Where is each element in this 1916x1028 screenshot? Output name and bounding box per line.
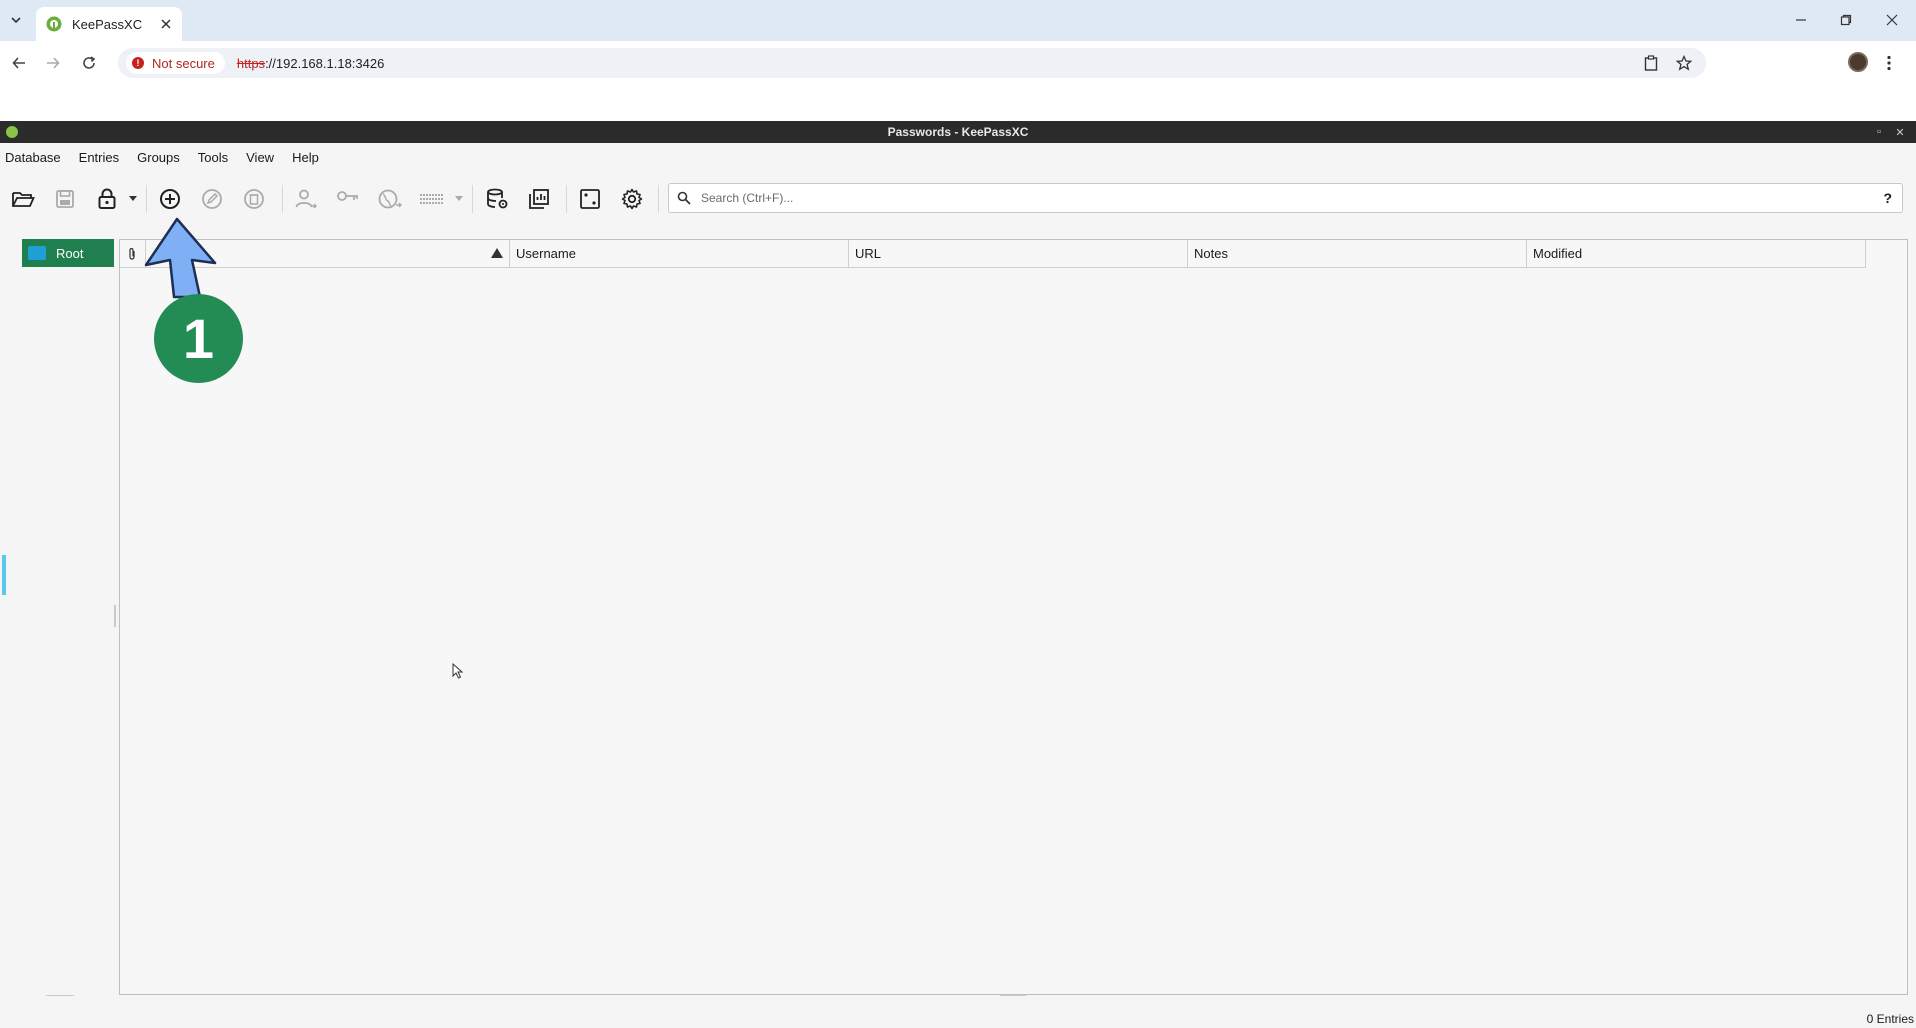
sort-ascending-icon	[491, 248, 503, 258]
tab-title: KeePassXC	[72, 16, 143, 32]
search-placeholder: Search (Ctrl+F)...	[701, 191, 794, 205]
browser-toolbar: ! Not secure https://192.168.1.18:3426	[0, 41, 1916, 84]
pencil-icon	[202, 189, 222, 209]
header-url[interactable]: URL	[849, 240, 1188, 267]
url-scheme: https	[236, 55, 266, 71]
app-maximize-icon[interactable]: ▫	[1872, 125, 1886, 139]
folder-open-icon	[12, 192, 35, 207]
copy-password-button[interactable]	[334, 185, 362, 213]
close-window-icon[interactable]	[1879, 8, 1905, 32]
toolbar-separator	[658, 185, 659, 213]
save-database-button[interactable]	[51, 185, 79, 213]
database-settings-button[interactable]	[484, 185, 512, 213]
autotype-button[interactable]	[418, 185, 446, 213]
annotation-step-badge: 1	[154, 294, 243, 383]
restore-icon[interactable]	[1833, 8, 1859, 32]
menu-groups[interactable]: Groups	[137, 150, 180, 165]
annotation-arrow-icon	[144, 217, 217, 299]
gear-icon	[621, 188, 643, 210]
toolbar-separator	[146, 185, 147, 213]
tab-list-chevron-icon[interactable]	[6, 10, 26, 30]
clipboard-icon[interactable]	[1640, 52, 1662, 74]
menu-bar: Database Entries Groups Tools View Help	[0, 143, 1916, 171]
panel-splitter[interactable]	[114, 605, 116, 627]
entry-table: Username URL Notes Modified	[119, 239, 1908, 995]
table-header: Username URL Notes Modified	[120, 240, 1866, 268]
minimize-icon[interactable]	[1788, 8, 1814, 32]
url-rest: ://192.168.1.18:3426	[265, 55, 385, 71]
address-bar[interactable]: ! Not secure https://192.168.1.18:3426	[118, 48, 1706, 78]
keepassxc-app-icon	[6, 126, 18, 138]
menu-database[interactable]: Database	[5, 150, 61, 165]
security-label: Not secure	[152, 55, 215, 71]
app-toolbar: Search (Ctrl+F)... ?	[0, 171, 1916, 225]
key-icon	[337, 191, 358, 201]
folder-icon	[28, 246, 46, 260]
lock-icon	[98, 188, 116, 209]
menu-view[interactable]: View	[246, 150, 274, 165]
forward-icon[interactable]	[42, 52, 64, 74]
reports-button[interactable]	[525, 185, 553, 213]
splitter-handle[interactable]	[46, 995, 74, 996]
reports-icon	[529, 189, 549, 209]
menu-help[interactable]: Help	[292, 150, 319, 165]
url-text: https://192.168.1.18:3426	[237, 56, 384, 71]
search-input[interactable]: Search (Ctrl+F)... ?	[668, 183, 1903, 213]
entry-count-status: 0 Entries	[1866, 1012, 1914, 1026]
edit-entry-button[interactable]	[198, 185, 226, 213]
globe-icon	[378, 189, 402, 209]
profile-avatar[interactable]	[1848, 52, 1868, 72]
add-entry-button[interactable]	[156, 185, 184, 213]
toolbar-separator	[566, 185, 567, 213]
open-database-button[interactable]	[9, 185, 37, 213]
password-generator-button[interactable]	[576, 185, 604, 213]
mouse-cursor-icon	[452, 663, 464, 679]
settings-button[interactable]	[618, 185, 646, 213]
app-titlebar: Passwords - KeePassXC ▫ ✕	[0, 121, 1916, 143]
browser-menu-icon[interactable]	[1884, 52, 1894, 74]
header-modified[interactable]: Modified	[1527, 240, 1866, 267]
user-copy-icon	[295, 189, 317, 209]
menu-entries[interactable]: Entries	[79, 150, 119, 165]
paperclip-icon	[129, 247, 135, 260]
trash-icon	[244, 189, 264, 209]
back-icon[interactable]	[8, 52, 30, 74]
dice-icon	[580, 189, 600, 209]
delete-entry-button[interactable]	[240, 185, 268, 213]
toolbar-separator	[282, 185, 283, 213]
splitter-handle[interactable]	[1000, 995, 1026, 996]
keyboard-icon	[420, 194, 444, 204]
header-notes[interactable]: Notes	[1188, 240, 1527, 267]
group-label: Root	[56, 245, 84, 261]
keepassxc-favicon-icon	[46, 16, 62, 32]
lock-database-button[interactable]	[93, 185, 121, 213]
edge-accent	[2, 555, 6, 595]
header-username[interactable]: Username	[510, 240, 849, 267]
menu-tools[interactable]: Tools	[198, 150, 228, 165]
search-help-icon[interactable]: ?	[1883, 190, 1892, 206]
database-gear-icon	[487, 188, 508, 209]
not-secure-icon: !	[132, 57, 144, 69]
copy-username-button[interactable]	[292, 185, 320, 213]
browser-tab-bar: KeePassXC	[0, 0, 1916, 41]
reload-icon[interactable]	[78, 52, 100, 74]
toolbar-separator	[472, 185, 473, 213]
save-icon	[56, 190, 74, 208]
group-tree: Root	[0, 225, 114, 995]
app-close-icon[interactable]: ✕	[1893, 125, 1907, 139]
window-title: Passwords - KeePassXC	[887, 125, 1029, 139]
group-item-root[interactable]: Root	[22, 239, 114, 267]
autotype-dropdown-chevron-icon[interactable]	[452, 185, 466, 213]
bookmark-star-icon[interactable]	[1673, 52, 1695, 74]
browser-tab[interactable]: KeePassXC	[36, 7, 182, 41]
open-url-button[interactable]	[376, 185, 404, 213]
tab-close-icon[interactable]	[158, 16, 174, 32]
app-main: Root Username URL Notes Modified 0 Entri…	[0, 225, 1916, 1028]
plus-circle-icon	[160, 189, 180, 209]
security-chip[interactable]: ! Not secure	[126, 52, 225, 74]
search-icon	[677, 191, 691, 205]
lock-dropdown-chevron-icon[interactable]	[126, 185, 140, 213]
